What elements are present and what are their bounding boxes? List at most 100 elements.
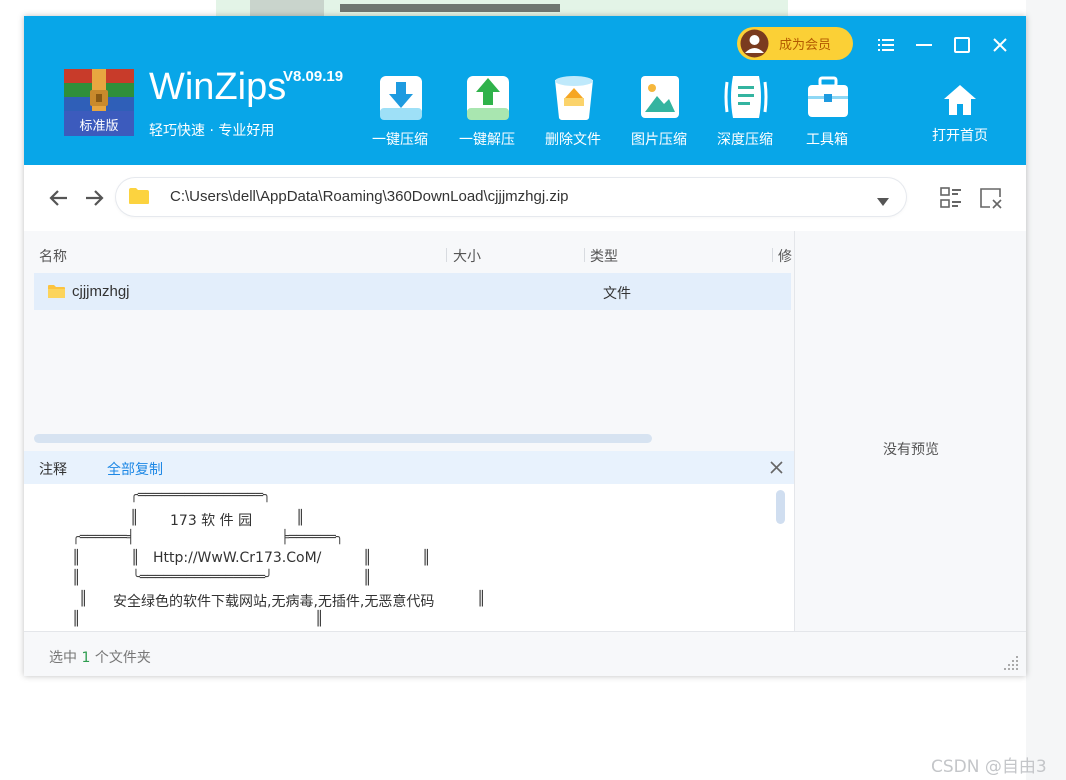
- file-list: 名称 大小 类型 修 cjjjmzhgj 文件: [24, 231, 794, 451]
- status-suffix: 个文件夹: [94, 650, 151, 666]
- close-preview-button[interactable]: [978, 185, 1004, 211]
- art-line: ╰════════════════╯: [132, 570, 273, 585]
- deep-compress-label: 深度压缩: [717, 132, 773, 148]
- art-line: ║: [315, 611, 324, 627]
- menu-icon: [878, 39, 894, 51]
- comment-label: 注释: [39, 462, 67, 478]
- deep-compress-icon: [723, 72, 769, 122]
- minimize-icon: [916, 44, 932, 46]
- vertical-scrollbar[interactable]: [776, 490, 785, 524]
- art-line: ╞══════╮: [281, 530, 344, 545]
- arrow-right-icon: [86, 190, 104, 206]
- status-bar: 选中 1 个文件夹: [24, 631, 1026, 676]
- column-modified[interactable]: 修: [778, 246, 792, 266]
- compress-label: 一键压缩: [372, 132, 428, 148]
- art-line: ║: [296, 510, 305, 526]
- forward-button[interactable]: [80, 184, 108, 212]
- art-line: ║: [72, 611, 81, 627]
- resize-grip-icon[interactable]: [1002, 654, 1020, 672]
- close-window-button[interactable]: [989, 34, 1011, 56]
- winzips-logo: 标准版: [62, 68, 136, 138]
- delete-files-label: 删除文件: [545, 132, 601, 148]
- compress-button[interactable]: 一键压缩: [365, 72, 435, 152]
- art-line: ║: [422, 550, 431, 566]
- maximize-button[interactable]: [951, 34, 973, 56]
- site-url: Http://WwW.Cr173.CoM/: [153, 550, 322, 566]
- desktop-right-strip: [1026, 0, 1066, 780]
- selection-count: 1: [81, 650, 91, 666]
- art-line: ║: [131, 550, 140, 566]
- column-header: 名称 大小 类型 修: [24, 231, 794, 273]
- horizontal-scrollbar[interactable]: [34, 434, 652, 443]
- back-button[interactable]: [45, 184, 73, 212]
- art-line: ║: [79, 591, 88, 607]
- art-line: ║: [130, 510, 139, 526]
- open-home-button[interactable]: 打开首页: [920, 82, 1000, 146]
- preview-pane: 没有预览: [794, 231, 1026, 631]
- art-line: ║: [363, 570, 372, 586]
- close-comment-button[interactable]: [769, 460, 784, 475]
- app-version: V8.09.19: [283, 68, 344, 85]
- layout-icon: [940, 187, 961, 208]
- extract-label: 一键解压: [459, 132, 515, 148]
- selection-status: 选中 1 个文件夹: [49, 647, 151, 667]
- minimize-button[interactable]: [913, 34, 935, 56]
- folder-icon: [128, 187, 150, 205]
- close-icon: [770, 461, 783, 474]
- art-line: ╭══════╡: [72, 530, 135, 545]
- preview-close-icon: [980, 188, 1002, 209]
- layout-toggle-button[interactable]: [938, 185, 964, 211]
- no-preview-text: 没有预览: [883, 442, 939, 458]
- toolbox-icon: [805, 72, 851, 122]
- extract-upload-icon: [465, 72, 511, 122]
- copy-all-link[interactable]: 全部复制: [107, 459, 163, 479]
- file-type: 文件: [603, 286, 631, 302]
- art-line: ║: [72, 570, 81, 586]
- address-bar[interactable]: C:\Users\dell\AppData\Roaming\360DownLoa…: [116, 178, 906, 216]
- avatar: [740, 29, 769, 58]
- column-size[interactable]: 大小: [453, 246, 481, 266]
- background-window-peek: [216, 0, 788, 16]
- art-line: ╭════════════════╮: [130, 488, 271, 503]
- deep-compress-button[interactable]: 深度压缩: [710, 72, 780, 152]
- status-prefix: 选中: [49, 650, 77, 666]
- winzips-window: 标准版 WinZips V8.09.19 轻巧快速 · 专业好用 一键压缩 一键…: [24, 16, 1026, 676]
- trash-icon: [551, 72, 597, 122]
- comment-header: 注释 全部复制: [24, 451, 794, 484]
- site-tagline: 安全绿色的软件下载网站,无病毒,无插件,无恶意代码: [113, 594, 435, 610]
- toolbox-label: 工具箱: [806, 132, 848, 148]
- menu-button[interactable]: [875, 34, 897, 56]
- toolbox-button[interactable]: 工具箱: [792, 72, 862, 152]
- compress-download-icon: [378, 72, 424, 122]
- csdn-watermark: CSDN @自由3: [931, 757, 1047, 777]
- become-member-label: 成为会员: [779, 38, 832, 53]
- extract-button[interactable]: 一键解压: [452, 72, 522, 152]
- chevron-down-icon[interactable]: [876, 192, 890, 206]
- image-compress-button[interactable]: 图片压缩: [624, 72, 694, 152]
- file-name: cjjjmzhgj: [72, 283, 130, 300]
- image-icon: [637, 72, 683, 122]
- folder-icon: [47, 284, 66, 299]
- image-compress-label: 图片压缩: [631, 132, 687, 148]
- column-type[interactable]: 类型: [590, 246, 618, 266]
- open-home-label: 打开首页: [932, 128, 988, 144]
- column-name[interactable]: 名称: [39, 246, 67, 266]
- arrow-left-icon: [49, 190, 67, 206]
- logo-badge-text: 标准版: [79, 119, 118, 134]
- maximize-icon: [954, 37, 970, 53]
- comment-body: ╭════════════════╮ ║ 173 软 件 园 ║ ╭══════…: [24, 484, 794, 630]
- app-name: WinZips: [149, 66, 287, 108]
- become-member-button[interactable]: 成为会员: [737, 27, 853, 60]
- art-line: ║: [72, 550, 81, 566]
- address-row: C:\Users\dell\AppData\Roaming\360DownLoa…: [24, 165, 1026, 231]
- site-name: 173 软 件 园: [170, 513, 253, 529]
- art-line: ║: [477, 591, 486, 607]
- app-slogan: 轻巧快速 · 专业好用: [149, 123, 275, 139]
- delete-files-button[interactable]: 删除文件: [538, 72, 608, 152]
- address-path: C:\Users\dell\AppData\Roaming\360DownLoa…: [170, 188, 569, 205]
- close-icon: [993, 38, 1007, 52]
- art-line: ║: [363, 550, 372, 566]
- home-icon: [942, 82, 978, 118]
- title-toolbar: 标准版 WinZips V8.09.19 轻巧快速 · 专业好用 一键压缩 一键…: [24, 16, 1026, 165]
- table-row[interactable]: cjjjmzhgj 文件: [34, 273, 791, 310]
